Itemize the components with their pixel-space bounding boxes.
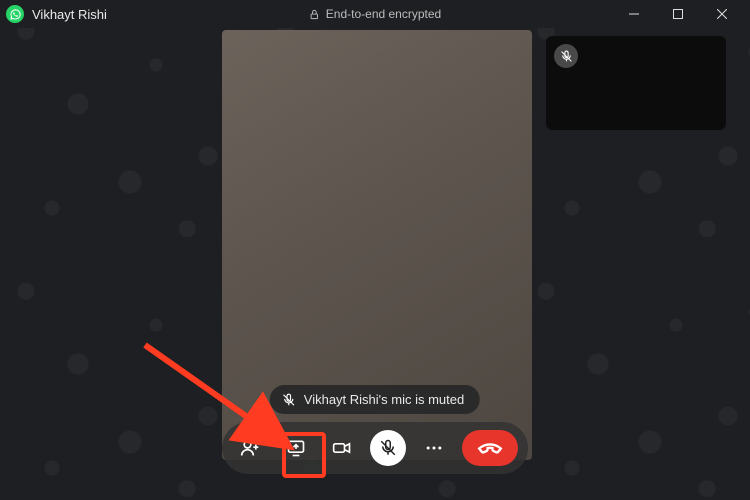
title-bar: Vikhayt Rishi End-to-end encrypted: [0, 0, 750, 28]
window-controls: [612, 0, 744, 28]
self-mic-muted-icon: [554, 44, 578, 68]
mic-off-icon: [282, 393, 296, 407]
close-button[interactable]: [700, 0, 744, 28]
contact-name: Vikhayt Rishi: [32, 7, 107, 22]
add-participant-button[interactable]: [232, 430, 268, 466]
mic-toggle-button[interactable]: [370, 430, 406, 466]
encryption-label: End-to-end encrypted: [326, 7, 441, 21]
encryption-indicator: End-to-end encrypted: [309, 7, 441, 21]
toast-text: Vikhayt Rishi's mic is muted: [304, 392, 464, 407]
self-preview[interactable]: [546, 36, 726, 130]
camera-toggle-button[interactable]: [324, 430, 360, 466]
whatsapp-logo-icon: [6, 5, 24, 23]
end-call-button[interactable]: [462, 430, 518, 466]
lock-icon: [309, 9, 320, 20]
maximize-button[interactable]: [656, 0, 700, 28]
mic-muted-toast: Vikhayt Rishi's mic is muted: [270, 385, 480, 414]
minimize-button[interactable]: [612, 0, 656, 28]
screen-share-button[interactable]: [278, 430, 314, 466]
call-controls: [222, 422, 528, 474]
more-options-button[interactable]: [416, 430, 452, 466]
